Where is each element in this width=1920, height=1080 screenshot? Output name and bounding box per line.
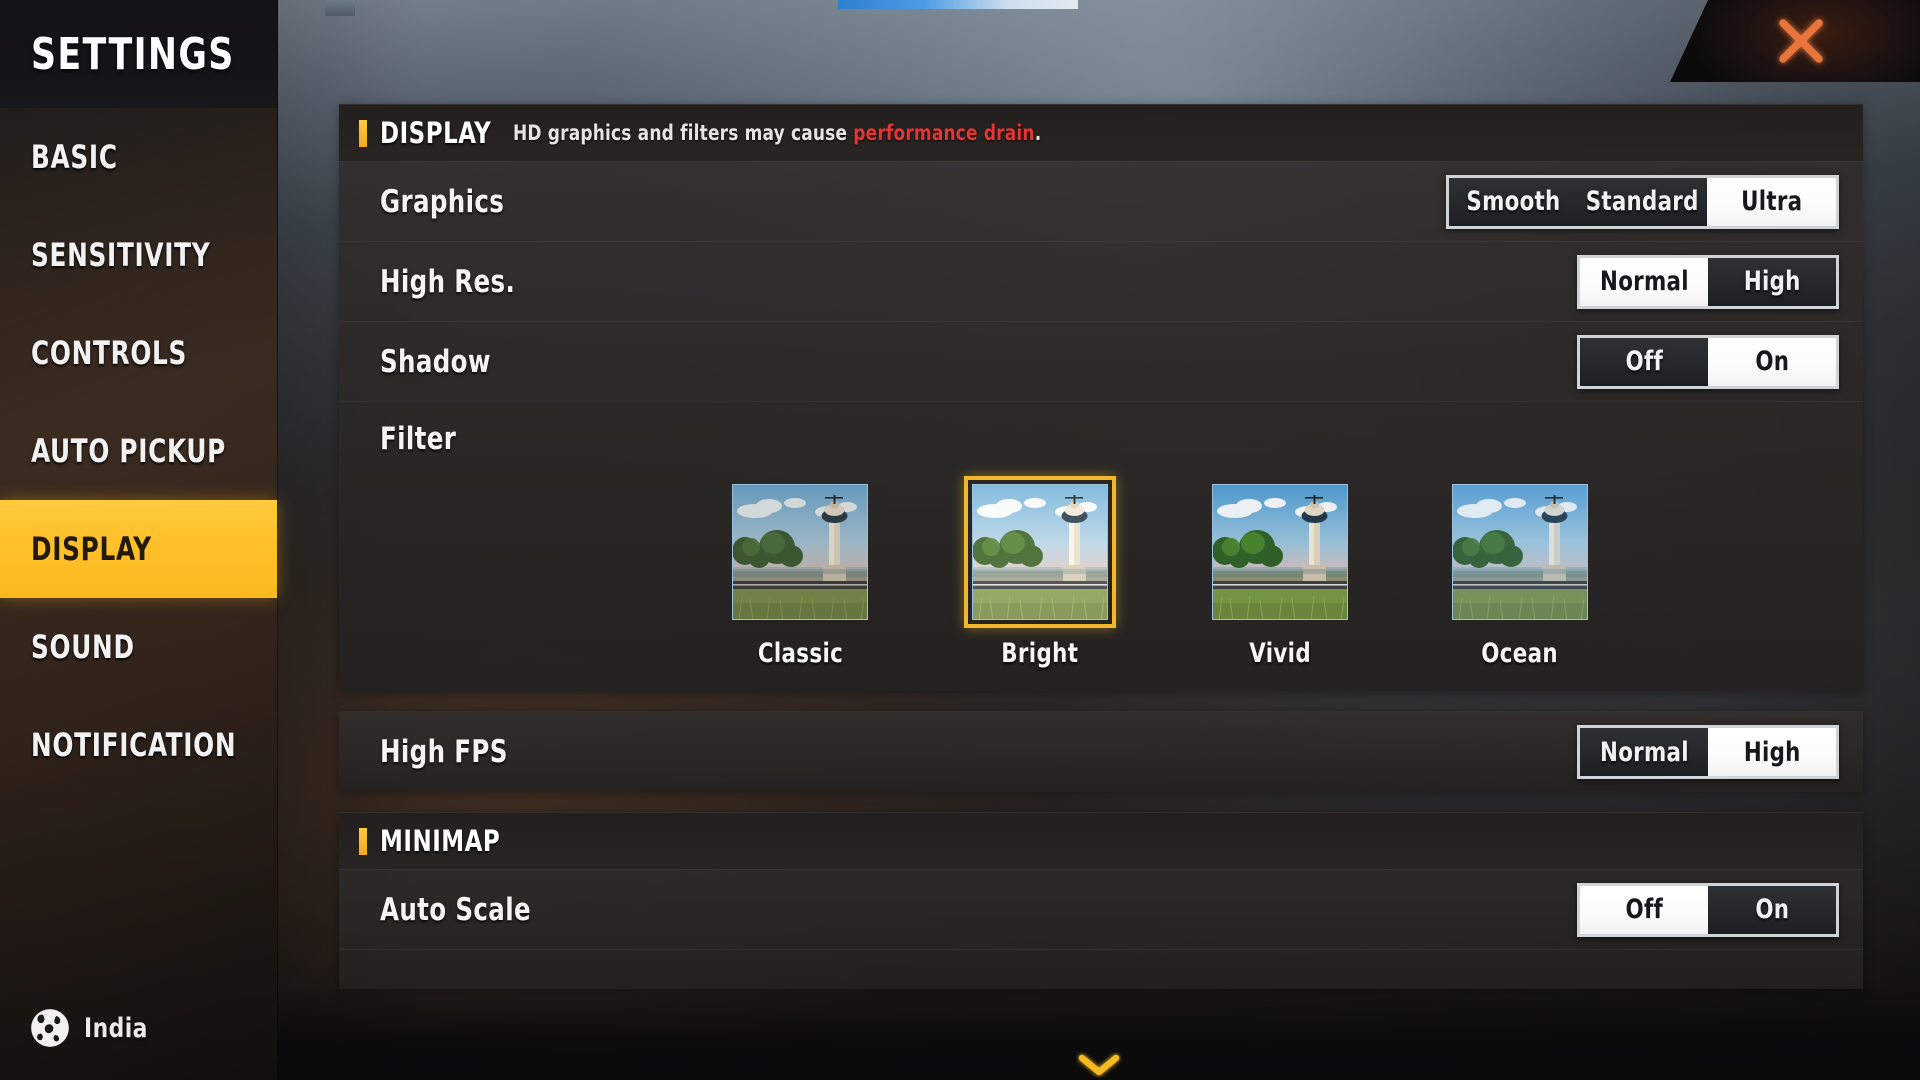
high-res-segmented-control[interactable]: Normal High xyxy=(1577,254,1839,309)
row-label-auto-scale: Auto Scale xyxy=(380,891,531,928)
sidebar-item-sensitivity[interactable]: SENSITIVITY xyxy=(0,206,277,304)
display-section-note: HD graphics and filters may cause perfor… xyxy=(513,121,1041,145)
shadow-option-off[interactable]: Off xyxy=(1580,337,1708,386)
high-fps-segmented-control[interactable]: Normal High xyxy=(1577,725,1839,779)
filter-option-classic[interactable]: Classic xyxy=(680,476,920,669)
sidebar-item-label: CONTROLS xyxy=(31,334,188,372)
sidebar-item-sound[interactable]: SOUND xyxy=(0,598,277,696)
row-label-high-fps: High FPS xyxy=(380,734,508,770)
option-label: High xyxy=(1743,266,1801,297)
filter-name-vivid: Vivid xyxy=(1249,638,1311,669)
shadow-option-on[interactable]: On xyxy=(1708,337,1836,386)
sidebar-item-auto-pickup[interactable]: AUTO PICKUP xyxy=(0,402,277,500)
sidebar-item-notification[interactable]: NOTIFICATION xyxy=(0,696,277,794)
sidebar-item-display[interactable]: DISPLAY xyxy=(0,500,277,598)
setting-row-filter: Filter Classic Bright Vivid Ocean xyxy=(339,401,1863,691)
note-prefix: HD graphics and filters may cause xyxy=(513,121,854,145)
option-label: Off xyxy=(1625,894,1663,925)
filter-options-row: Classic Bright Vivid Ocean xyxy=(380,476,1839,669)
globe-icon xyxy=(30,1008,70,1048)
setting-row-partial xyxy=(339,949,1863,989)
section-accent-bar xyxy=(359,827,367,855)
row-label-high-res: High Res. xyxy=(380,263,516,300)
setting-row-shadow: Shadow Off On xyxy=(339,321,1863,401)
filter-option-ocean[interactable]: Ocean xyxy=(1400,476,1640,669)
top-blue-accent-bar xyxy=(838,0,1078,9)
graphics-option-ultra[interactable]: Ultra xyxy=(1707,177,1836,226)
row-label-graphics: Graphics xyxy=(380,183,505,220)
auto-scale-option-on[interactable]: On xyxy=(1708,885,1836,934)
option-label: Off xyxy=(1625,346,1663,377)
high-fps-option-normal[interactable]: Normal xyxy=(1580,728,1708,776)
graphics-option-smooth[interactable]: Smooth xyxy=(1449,177,1578,226)
filter-name-classic: Classic xyxy=(757,638,843,669)
high-fps-option-high[interactable]: High xyxy=(1708,728,1836,776)
region-label: India xyxy=(84,1012,148,1044)
display-section-title: DISPLAY xyxy=(380,116,492,150)
settings-content: DISPLAY HD graphics and filters may caus… xyxy=(278,0,1920,1080)
note-warning: performance drain xyxy=(853,121,1036,145)
auto-scale-option-off[interactable]: Off xyxy=(1580,885,1708,934)
filter-option-bright[interactable]: Bright xyxy=(920,476,1160,669)
filter-thumb-wrap xyxy=(724,476,876,628)
high-res-option-high[interactable]: High xyxy=(1708,257,1836,306)
sidebar-item-label: BASIC xyxy=(31,138,118,176)
top-tab-ghost xyxy=(325,0,355,16)
sidebar-item-label: NOTIFICATION xyxy=(31,726,237,764)
filter-label-row: Filter xyxy=(380,402,1839,476)
minimap-section-header: MINIMAP xyxy=(339,813,1863,869)
chevron-down-icon[interactable] xyxy=(1076,1052,1122,1078)
filter-thumbnail-bright xyxy=(972,484,1108,620)
filter-thumbnail-classic xyxy=(732,484,868,620)
filter-name-ocean: Ocean xyxy=(1481,638,1559,669)
shadow-segmented-control[interactable]: Off On xyxy=(1577,334,1839,389)
settings-title-bar: SETTINGS xyxy=(0,0,277,108)
sidebar-item-label: AUTO PICKUP xyxy=(31,432,227,470)
minimap-section-card: MINIMAP Auto Scale Off On xyxy=(339,812,1863,989)
fps-section-card: High FPS Normal High xyxy=(339,711,1863,792)
settings-scroll-area[interactable]: DISPLAY HD graphics and filters may caus… xyxy=(339,104,1863,989)
filter-thumb-wrap xyxy=(964,476,1116,628)
graphics-option-standard[interactable]: Standard xyxy=(1578,177,1707,226)
region-indicator[interactable]: India xyxy=(30,1008,155,1048)
option-label: On xyxy=(1755,346,1789,377)
option-label: Ultra xyxy=(1740,186,1803,217)
option-label: Normal xyxy=(1599,266,1689,297)
sidebar-item-basic[interactable]: BASIC xyxy=(0,108,277,206)
setting-row-auto-scale: Auto Scale Off On xyxy=(339,869,1863,949)
option-label: Standard xyxy=(1586,186,1699,217)
high-res-option-normal[interactable]: Normal xyxy=(1580,257,1708,306)
sidebar-item-controls[interactable]: CONTROLS xyxy=(0,304,277,402)
sidebar-item-label: SOUND xyxy=(31,628,135,666)
sidebar-item-label: SENSITIVITY xyxy=(31,236,211,274)
filter-thumbnail-vivid xyxy=(1212,484,1348,620)
page-title: SETTINGS xyxy=(31,28,235,80)
setting-row-high-fps: High FPS Normal High xyxy=(339,712,1863,792)
auto-scale-segmented-control[interactable]: Off On xyxy=(1577,882,1839,937)
minimap-section-title: MINIMAP xyxy=(380,824,501,858)
settings-sidebar: SETTINGS BASIC SENSITIVITY CONTROLS AUTO… xyxy=(0,0,278,1080)
filter-name-bright: Bright xyxy=(1001,638,1079,669)
filter-thumb-wrap xyxy=(1444,476,1596,628)
filter-thumb-wrap xyxy=(1204,476,1356,628)
option-label: Smooth xyxy=(1466,186,1561,217)
sidebar-item-label: DISPLAY xyxy=(31,530,152,568)
filter-thumbnail-ocean xyxy=(1452,484,1588,620)
note-suffix: . xyxy=(1035,121,1042,145)
graphics-segmented-control[interactable]: Smooth Standard Ultra xyxy=(1446,174,1839,229)
display-section-card: DISPLAY HD graphics and filters may caus… xyxy=(339,104,1863,691)
setting-row-high-res: High Res. Normal High xyxy=(339,241,1863,321)
close-icon xyxy=(1779,19,1823,63)
option-label: Normal xyxy=(1599,736,1689,768)
setting-row-graphics: Graphics Smooth Standard Ultra xyxy=(339,161,1863,241)
row-label-filter: Filter xyxy=(380,421,457,457)
display-section-header: DISPLAY HD graphics and filters may caus… xyxy=(339,105,1863,161)
row-label-shadow: Shadow xyxy=(380,343,491,380)
filter-option-vivid[interactable]: Vivid xyxy=(1160,476,1400,669)
section-accent-bar xyxy=(359,119,367,147)
option-label: High xyxy=(1743,736,1801,768)
option-label: On xyxy=(1755,894,1789,925)
